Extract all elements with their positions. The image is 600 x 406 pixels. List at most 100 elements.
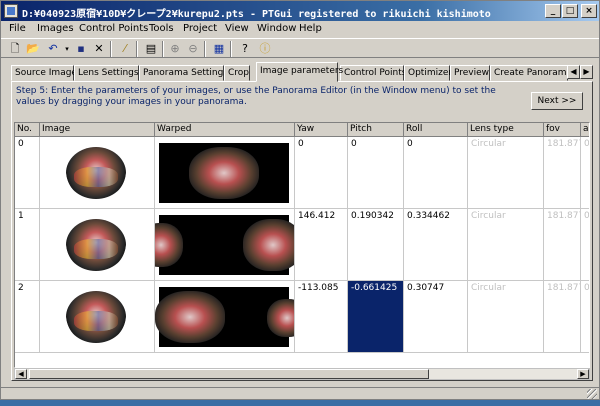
toolbar: 🗋 📂 ↶ ▾ ▪ ✕ ⁄ ▤ ⊕ ⊖ ▦ ? ⓘ [1,38,599,58]
zoom-in-icon[interactable]: ⊕ [167,41,183,57]
tab-optimizer[interactable]: Optimizer [404,65,452,81]
parameters-grid[interactable]: No. Image Warped Yaw Pitch Roll Lens typ… [14,122,590,368]
save-icon[interactable]: ▪ [73,41,89,57]
cell-yaw[interactable]: 0 [295,137,348,209]
minimize-button[interactable]: _ [545,4,561,18]
tab-control-points[interactable]: Control Points [340,65,406,81]
new-icon[interactable]: 🗋 [7,41,23,57]
cell-a[interactable]: 0 [581,281,589,353]
warped-image-region [189,147,259,199]
cell-image[interactable] [40,281,155,353]
column-header-pitch[interactable]: Pitch [348,123,404,137]
cell-warped[interactable] [155,137,295,209]
menu-project[interactable]: Project [183,23,217,34]
zoom-out-icon[interactable]: ⊖ [185,41,201,57]
help-icon[interactable]: ? [237,41,253,57]
tab-image-parameters[interactable]: Image parameters [256,62,343,82]
cell-warped[interactable] [155,281,295,353]
tab-source-images[interactable]: Source Images [11,65,82,81]
close-button[interactable]: × [581,4,597,18]
cell-no[interactable]: 2 [15,281,40,353]
cell-fov[interactable]: 181.877 [544,137,581,209]
open-icon[interactable]: 📂 [25,41,41,57]
tab-scroll-right-button[interactable]: ▶ [580,65,593,79]
menu-help[interactable]: Help [299,23,322,34]
title-bar[interactable]: D:¥040923原宿¥10D¥クレープ2¥kurepu2.pts - PTGu… [1,1,599,21]
toolbar-separator [204,41,206,57]
grid-header: No. Image Warped Yaw Pitch Roll Lens typ… [15,123,589,137]
panorama-editor-icon[interactable]: ▦ [211,41,227,57]
column-header-no[interactable]: No. [15,123,40,137]
wand-icon[interactable]: ⁄ [117,41,133,57]
cell-roll[interactable]: 0.30747 [404,281,468,353]
menu-window[interactable]: Window [257,23,296,34]
fisheye-image [66,147,126,199]
app-window: D:¥040923原宿¥10D¥クレープ2¥kurepu2.pts - PTGu… [0,0,600,400]
warped-image-region [267,299,294,337]
cell-no[interactable]: 0 [15,137,40,209]
menu-control-points[interactable]: Control Points [79,23,148,34]
horizontal-scrollbar[interactable]: ◀ ▶ [14,368,590,380]
maximize-button[interactable]: □ [562,4,578,18]
cell-yaw[interactable]: -113.085 [295,281,348,353]
column-header-image[interactable]: Image [40,123,155,137]
cell-fov[interactable]: 181.877 [544,281,581,353]
scroll-right-button[interactable]: ▶ [577,369,589,379]
tab-crop[interactable]: Crop [224,65,250,81]
warped-image-region [155,223,183,267]
tab-create-panorama[interactable]: Create Panorama [490,65,568,81]
menu-images[interactable]: Images [37,23,74,34]
warped-image-thumbnail [155,287,294,347]
column-header-a[interactable]: a [581,123,589,137]
table-row[interactable]: 2 -113.085 -0.661425 0.30747 Circular 18… [15,281,589,353]
scroll-thumb[interactable] [29,369,429,379]
next-button[interactable]: Next >> [531,92,583,110]
tab-panorama-settings[interactable]: Panorama Settings [139,65,228,81]
column-header-lens-type[interactable]: Lens type [468,123,544,137]
column-header-roll[interactable]: Roll [404,123,468,137]
cell-fov[interactable]: 181.877 [544,209,581,281]
cell-a[interactable]: 0 [581,209,589,281]
fisheye-image [66,219,126,271]
column-header-warped[interactable]: Warped [155,123,295,137]
cell-pitch-selected[interactable]: -0.661425 [348,281,404,353]
delete-icon[interactable]: ✕ [91,41,107,57]
cell-no[interactable]: 1 [15,209,40,281]
toolbar-separator [136,41,138,57]
cell-roll[interactable]: 0 [404,137,468,209]
column-header-fov[interactable]: fov [544,123,581,137]
cell-lens-type[interactable]: Circular [468,137,544,209]
about-icon[interactable]: ⓘ [257,41,273,57]
cell-roll[interactable]: 0.334462 [404,209,468,281]
table-row[interactable]: 1 146.412 0.190342 0.334462 Circular 181… [15,209,589,281]
resize-grip-icon[interactable] [587,389,597,399]
table-row[interactable]: 0 0 0 0 Circular 181.877 0 [15,137,589,209]
properties-icon[interactable]: ▤ [143,41,159,57]
cell-pitch[interactable]: 0.190342 [348,209,404,281]
source-image-thumbnail [56,289,136,345]
column-header-yaw[interactable]: Yaw [295,123,348,137]
cell-image[interactable] [40,137,155,209]
menu-view[interactable]: View [225,23,249,34]
tab-preview[interactable]: Preview [450,65,490,81]
cell-warped[interactable] [155,209,295,281]
window-title: D:¥040923原宿¥10D¥クレープ2¥kurepu2.pts - PTGu… [22,9,491,20]
tab-bar: Source Images Lens Settings Panorama Set… [11,62,593,82]
status-bar [1,387,599,399]
toolbar-separator [110,41,112,57]
menu-file[interactable]: File [9,23,26,34]
app-icon[interactable] [4,4,18,18]
cell-lens-type[interactable]: Circular [468,281,544,353]
warped-image-thumbnail [155,215,294,275]
cell-lens-type[interactable]: Circular [468,209,544,281]
menu-tools[interactable]: Tools [149,23,174,34]
cell-pitch[interactable]: 0 [348,137,404,209]
scroll-left-button[interactable]: ◀ [15,369,27,379]
cell-a[interactable]: 0 [581,137,589,209]
toolbar-separator [230,41,232,57]
tab-scroll-left-button[interactable]: ◀ [567,65,580,79]
cell-yaw[interactable]: 146.412 [295,209,348,281]
cell-image[interactable] [40,209,155,281]
tab-lens-settings[interactable]: Lens Settings [74,65,139,81]
source-image-thumbnail [56,145,136,201]
